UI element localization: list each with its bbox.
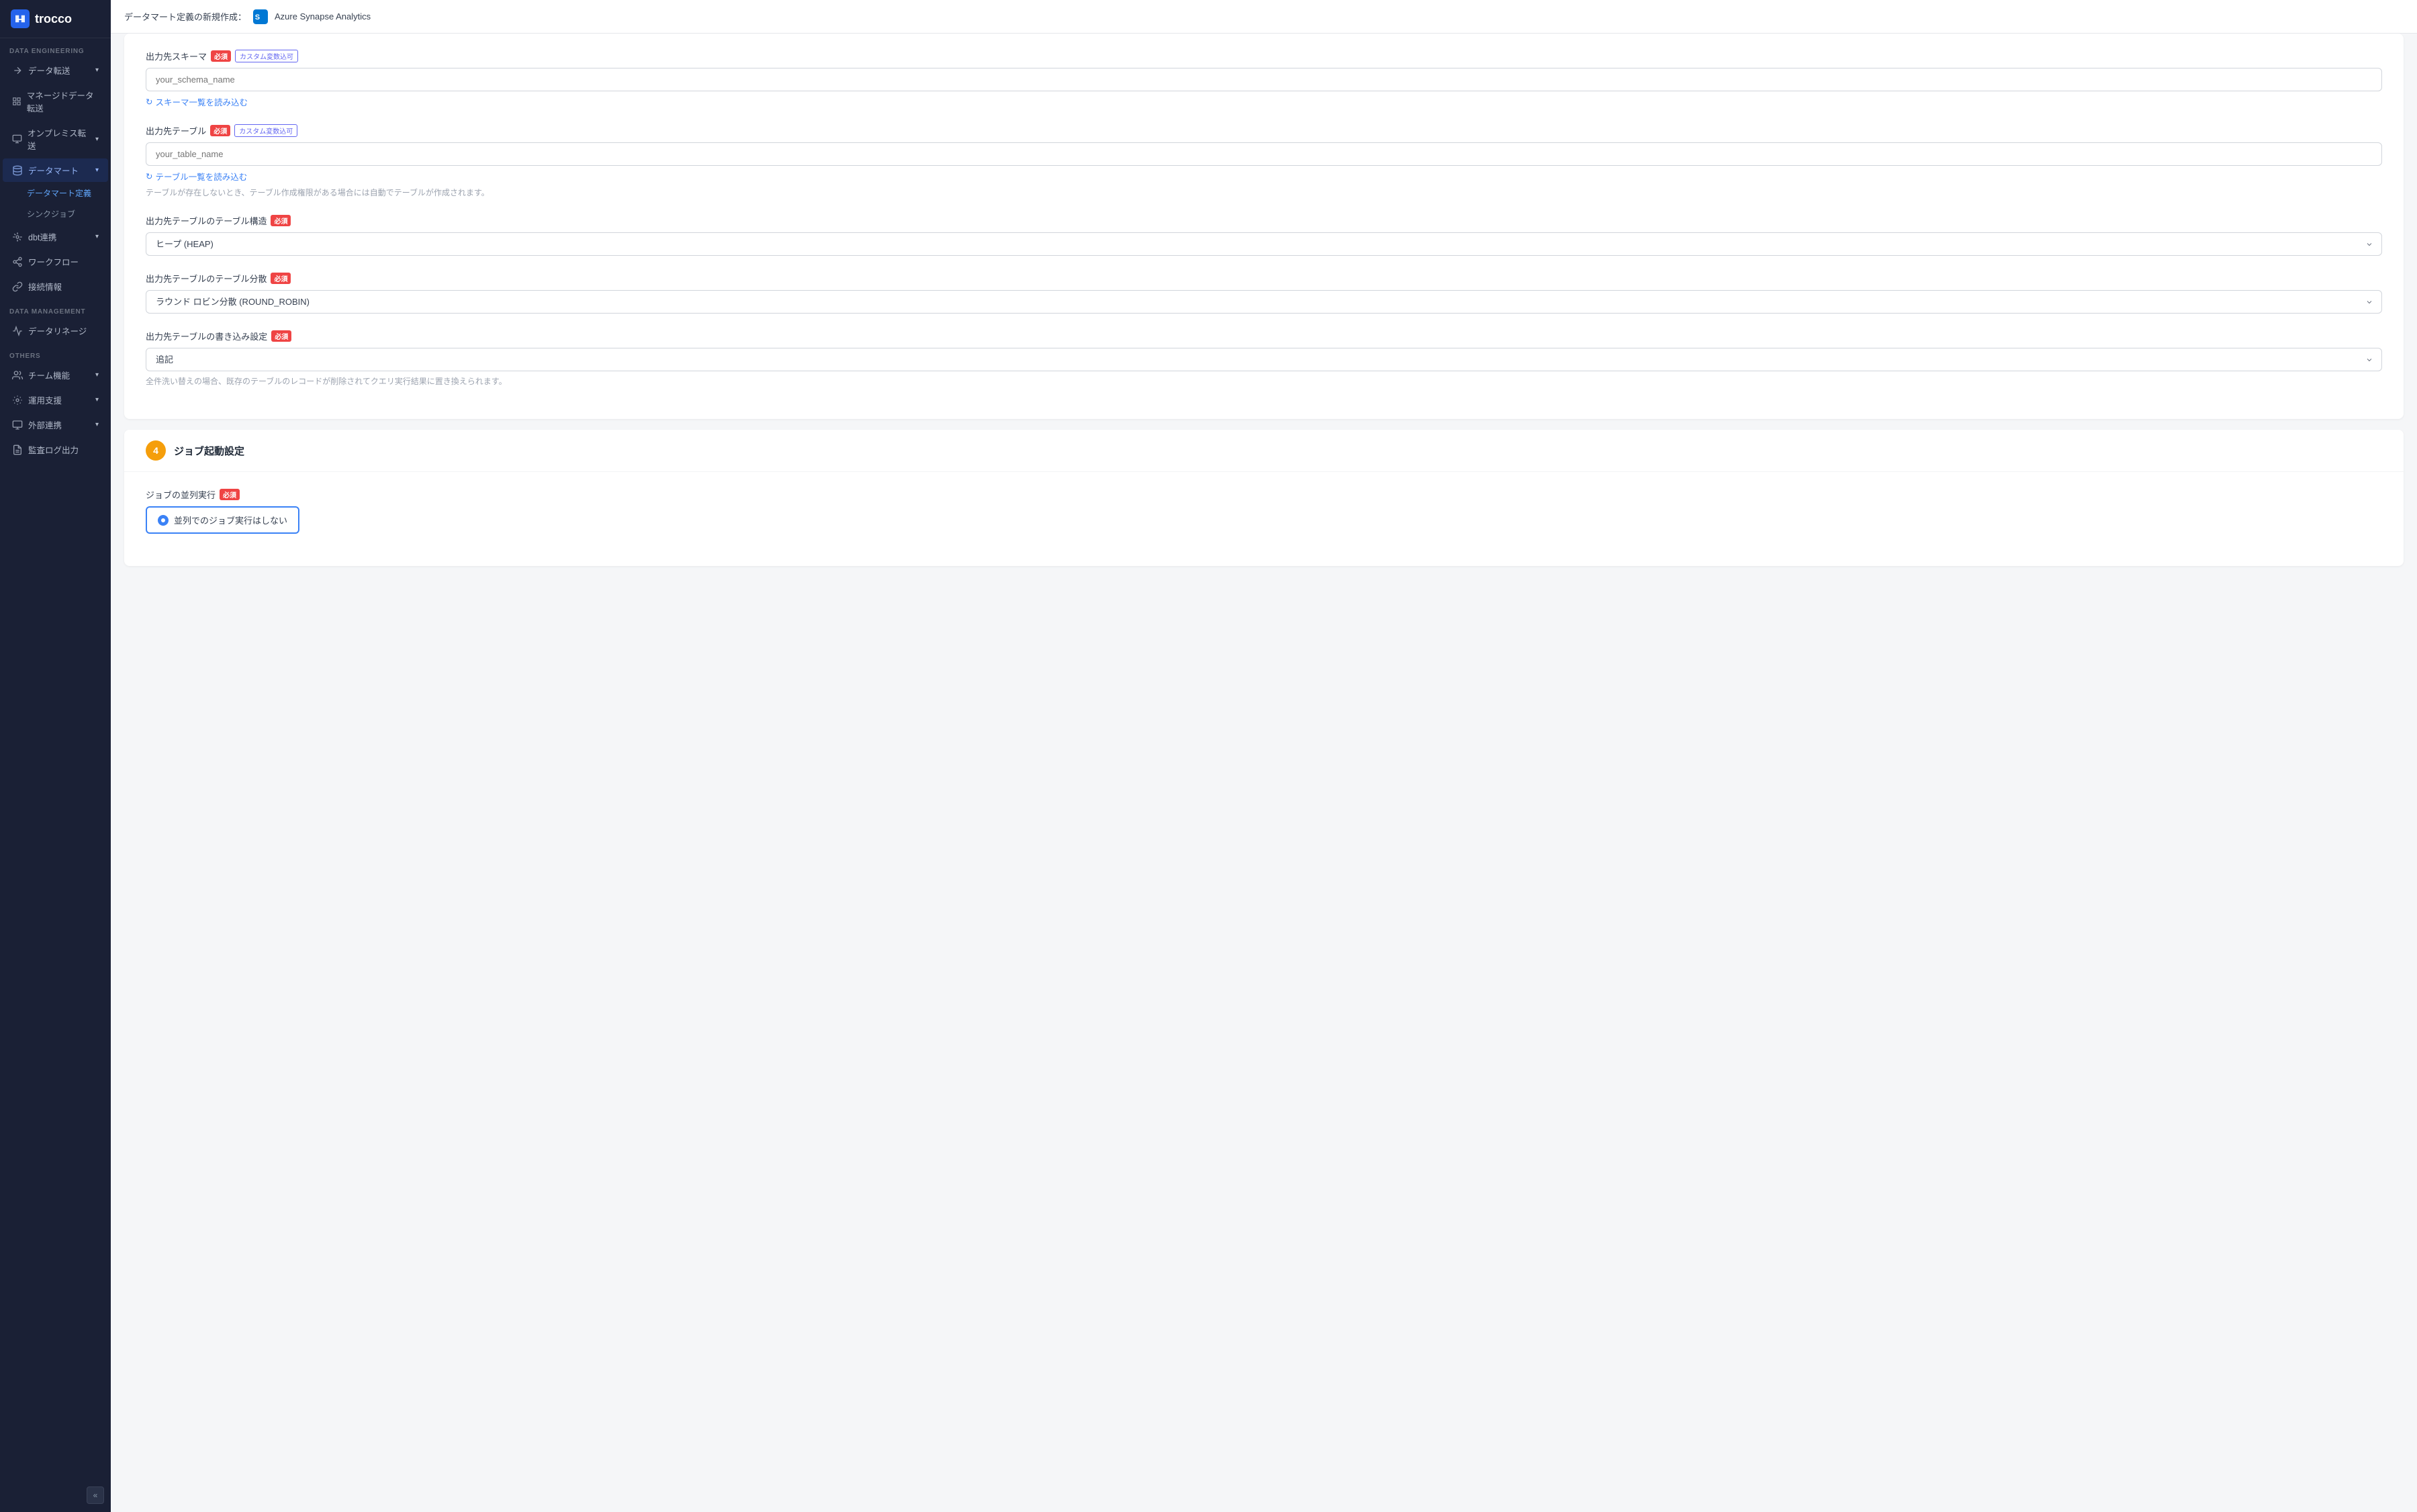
sidebar-item-team[interactable]: チーム機能 ▾ (3, 363, 108, 387)
svg-text:S: S (255, 13, 260, 21)
section-label-engineering: Data Engineering (0, 38, 111, 58)
sidebar-item-dbt[interactable]: dbt連携 ▾ (3, 225, 108, 248)
parallel-execution-label: ジョブの並列実行 必須 (146, 488, 2382, 501)
table-distribution-label: 出力先テーブルのテーブル分散 必須 (146, 272, 2382, 285)
write-mode-hint: 全件洗い替えの場合、既存のテーブルのレコードが削除されてクエリ実行結果に置き換え… (146, 375, 2382, 387)
sidebar: trocco Data Engineering データ転送 ▾ マネージドデータ… (0, 0, 111, 1512)
output-schema-field: 出力先スキーマ 必須 カスタム変数込可 ↻ スキーマ一覧を読み込む (146, 50, 2382, 108)
output-table-hint: テーブルが存在しないとき、テーブル作成権限がある場合には自動でテーブルが作成され… (146, 187, 2382, 198)
output-table-input[interactable] (146, 142, 2382, 166)
sidebar-item-on-premise[interactable]: オンプレミス転送 ▾ (3, 121, 108, 157)
sidebar-sub-item-sync-job[interactable]: シンクジョブ (3, 204, 108, 224)
sidebar-item-audit-log[interactable]: 監査ログ出力 (3, 438, 108, 461)
step4-number: 4 (146, 440, 166, 461)
schema-custom-badge: カスタム変数込可 (235, 50, 298, 62)
write-mode-select[interactable]: 追記 (146, 348, 2382, 371)
topbar-prefix: データマート定義の新規作成： (124, 10, 246, 23)
radio-dot (158, 515, 169, 526)
sidebar-item-datamart[interactable]: データマート ▾ (3, 158, 108, 182)
logo[interactable]: trocco (0, 0, 111, 38)
sidebar-item-operations[interactable]: 運用支援 ▾ (3, 388, 108, 412)
main-area: データマート定義の新規作成： S Azure Synapse Analytics… (111, 0, 2417, 1512)
load-schema-link[interactable]: ↻ スキーマ一覧を読み込む (146, 95, 2382, 108)
table-required-badge: 必須 (210, 125, 230, 136)
sidebar-item-data-transfer[interactable]: データ転送 ▾ (3, 58, 108, 82)
topbar-service-name: Azure Synapse Analytics (275, 11, 371, 21)
step4-card: 4 ジョブ起動設定 ジョブの並列実行 必須 並列でのジョブ実行はしない (124, 430, 2404, 566)
topbar: データマート定義の新規作成： S Azure Synapse Analytics (111, 0, 2417, 34)
step4-body: ジョブの並列実行 必須 並列でのジョブ実行はしない (124, 472, 2404, 566)
output-settings-card: 出力先スキーマ 必須 カスタム変数込可 ↻ スキーマ一覧を読み込む 出力先テーブ… (124, 34, 2404, 419)
output-table-field: 出力先テーブル 必須 カスタム変数込可 ↻ テーブル一覧を読み込む テーブルが存… (146, 124, 2382, 198)
output-schema-label: 出力先スキーマ 必須 カスタム変数込可 (146, 50, 2382, 62)
table-structure-field: 出力先テーブルのテーブル構造 必須 ヒープ (HEAP) (146, 214, 2382, 256)
table-distribution-field: 出力先テーブルのテーブル分散 必須 ラウンド ロビン分散 (ROUND_ROBI… (146, 272, 2382, 314)
structure-required-badge: 必須 (271, 215, 291, 226)
content-area: 出力先スキーマ 必須 カスタム変数込可 ↻ スキーマ一覧を読み込む 出力先テーブ… (111, 34, 2417, 1512)
sidebar-item-external[interactable]: 外部連携 ▾ (3, 413, 108, 436)
table-structure-label: 出力先テーブルのテーブル構造 必須 (146, 214, 2382, 227)
logo-text: trocco (35, 12, 72, 26)
load-table-link[interactable]: ↻ テーブル一覧を読み込む (146, 170, 2382, 183)
parallel-required-badge: 必須 (220, 489, 240, 500)
output-schema-input[interactable] (146, 68, 2382, 91)
section-label-data-management: Data Management (0, 299, 111, 318)
write-mode-label: 出力先テーブルの書き込み設定 必須 (146, 330, 2382, 342)
distribution-required-badge: 必須 (271, 273, 291, 284)
table-custom-badge: カスタム変数込可 (234, 124, 297, 137)
parallel-execution-field: ジョブの並列実行 必須 並列でのジョブ実行はしない (146, 488, 2382, 534)
sidebar-item-data-lineage[interactable]: データリネージ (3, 319, 108, 342)
write-mode-required-badge: 必須 (271, 330, 291, 342)
sidebar-item-connections[interactable]: 接続情報 (3, 275, 108, 298)
parallel-no-option[interactable]: 並列でのジョブ実行はしない (146, 506, 299, 534)
table-structure-select[interactable]: ヒープ (HEAP) (146, 232, 2382, 256)
sidebar-item-managed-transfer[interactable]: マネージドデータ転送 (3, 83, 108, 120)
step4-title: ジョブ起動設定 (174, 444, 244, 458)
sidebar-item-workflow[interactable]: ワークフロー (3, 250, 108, 273)
write-mode-field: 出力先テーブルの書き込み設定 必須 追記 全件洗い替えの場合、既存のテーブルのレ… (146, 330, 2382, 387)
section-label-others: Others (0, 343, 111, 363)
sidebar-sub-item-datamart-definition[interactable]: データマート定義 (3, 183, 108, 203)
schema-required-badge: 必須 (211, 50, 231, 62)
step4-header: 4 ジョブ起動設定 (124, 430, 2404, 472)
sidebar-collapse-button[interactable]: « (87, 1486, 104, 1504)
table-distribution-select[interactable]: ラウンド ロビン分散 (ROUND_ROBIN) (146, 290, 2382, 314)
output-table-label: 出力先テーブル 必須 カスタム変数込可 (146, 124, 2382, 137)
